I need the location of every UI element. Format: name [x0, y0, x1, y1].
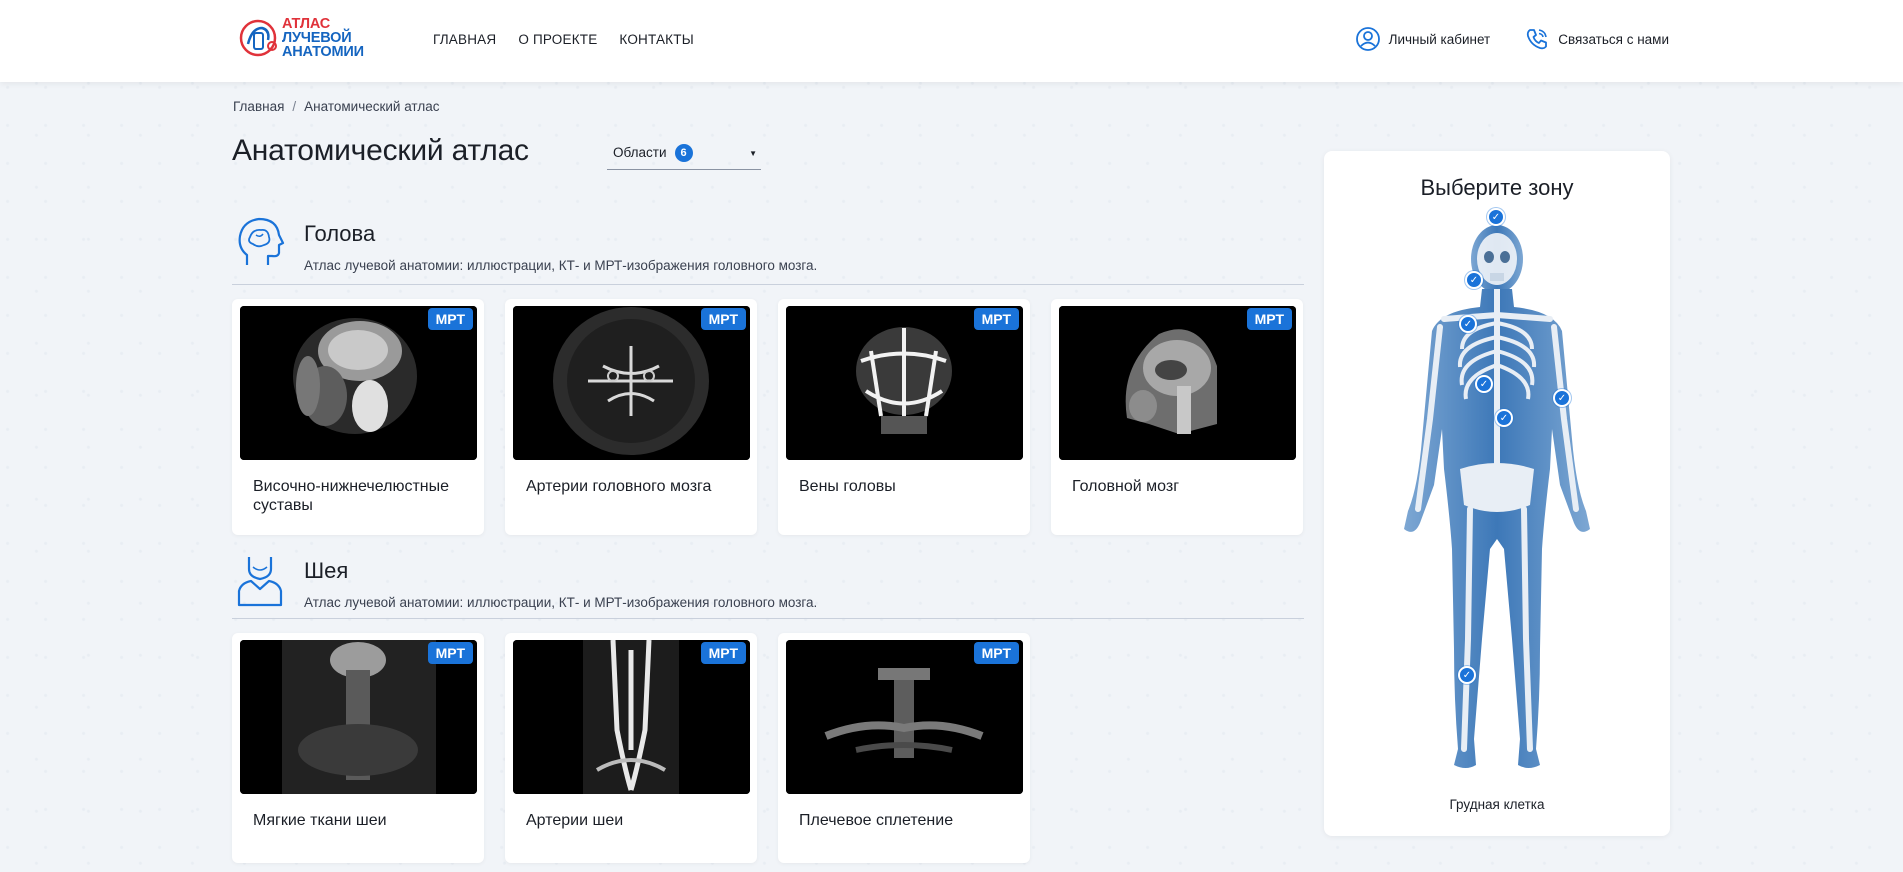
atlas-card-tmj[interactable]: МРТ Височно-нижнечелюстные суставы — [232, 299, 484, 535]
zone-pin-pelvis[interactable]: ✓ — [1495, 409, 1513, 427]
nav-home[interactable]: ГЛАВНАЯ — [433, 32, 496, 47]
section-description-neck: Атлас лучевой анатомии: иллюстрации, КТ-… — [304, 595, 818, 610]
atlas-card-neck-soft-tissue[interactable]: МРТ Мягкие ткани шеи — [232, 633, 484, 863]
site-logo[interactable]: АТЛАС ЛУЧЕВОЙ АНАТОМИИ — [238, 16, 364, 60]
account-link-label: Личный кабинет — [1388, 31, 1491, 47]
atlas-card-neck-arteries[interactable]: МРТ Артерии шеи — [505, 633, 757, 863]
zone-pin-leg[interactable]: ✓ — [1458, 666, 1476, 684]
zone-pin-neck[interactable]: ✓ — [1465, 271, 1483, 289]
selected-zone-label: Грудная клетка — [1449, 797, 1545, 812]
nav-contacts[interactable]: КОНТАКТЫ — [619, 32, 693, 47]
contact-link[interactable]: Связаться с нами — [1524, 26, 1669, 52]
logo-line-1: АТЛАС — [282, 16, 331, 32]
zone-selector-panel: Выберите зону ✓ ✓ ✓ ✓ ✓ ✓ ✓ Грудная клет… — [1324, 151, 1670, 836]
card-title: Артерии шеи — [526, 812, 624, 829]
zone-panel-title: Выберите зону — [1420, 175, 1574, 200]
logo-line-2: ЛУЧЕВОЙ — [282, 30, 352, 46]
areas-count-badge: 6 — [674, 143, 693, 162]
section-title-neck: Шея — [304, 558, 349, 583]
areas-dropdown[interactable]: Области 6 ▼ — [607, 140, 761, 170]
section-title-head: Голова — [304, 221, 376, 246]
breadcrumb-home[interactable]: Главная — [233, 99, 284, 114]
zone-pin-chest[interactable]: ✓ — [1459, 315, 1477, 333]
card-title: Мягкие ткани шеи — [253, 812, 387, 829]
contact-link-label: Связаться с нами — [1558, 31, 1669, 47]
logo-line-3: АНАТОМИИ — [282, 44, 364, 60]
card-title: Вены головы — [799, 478, 896, 495]
chevron-down-icon: ▼ — [749, 149, 757, 158]
account-link[interactable]: Личный кабинет — [1355, 26, 1491, 52]
card-title: Височно-нижнечелюстные суставы — [253, 478, 450, 514]
mri-badge: МРТ — [700, 642, 746, 664]
body-skeleton-map[interactable] — [1384, 219, 1610, 779]
atlas-card-brain-arteries[interactable]: МРТ Артерии головного мозга — [505, 299, 757, 535]
logo-text: АТЛАС ЛУЧЕВОЙ АНАТОМИИ — [282, 16, 364, 60]
card-title: Головной мозг — [1072, 478, 1180, 495]
zone-pin-head[interactable]: ✓ — [1487, 208, 1505, 226]
main-nav: ГЛАВНАЯ О ПРОЕКТЕ КОНТАКТЫ — [433, 32, 694, 47]
atlas-card-brain[interactable]: МРТ Головной мозг — [1051, 299, 1303, 535]
breadcrumb-separator: / — [292, 99, 297, 114]
mri-badge: МРТ — [973, 642, 1019, 664]
nav-about[interactable]: О ПРОЕКТЕ — [518, 32, 597, 47]
breadcrumb-current: Анатомический атлас — [304, 99, 440, 114]
mri-badge: МРТ — [427, 642, 473, 664]
zone-pin-abdomen[interactable]: ✓ — [1475, 375, 1493, 393]
section-neck-header: Шея Атлас лучевой анатомии: иллюстрации,… — [232, 550, 1304, 619]
breadcrumb: Главная / Анатомический атлас — [233, 99, 439, 114]
mri-badge: МРТ — [973, 308, 1019, 330]
head-icon — [238, 217, 285, 265]
page-title: Анатомический атлас — [232, 134, 529, 167]
section-description-head: Атлас лучевой анатомии: иллюстрации, КТ-… — [304, 258, 818, 273]
atlas-card-head-veins[interactable]: МРТ Вены головы — [778, 299, 1030, 535]
mri-badge: МРТ — [427, 308, 473, 330]
phone-icon — [1527, 29, 1548, 50]
header-actions: Личный кабинет Связаться с нами — [1355, 26, 1669, 52]
zone-pin-arm[interactable]: ✓ — [1553, 389, 1571, 407]
mri-badge: МРТ — [700, 308, 746, 330]
neck-icon — [237, 557, 283, 607]
mri-badge: МРТ — [1246, 308, 1292, 330]
card-title: Плечевое сплетение — [799, 812, 954, 829]
areas-dropdown-label: Области — [613, 145, 667, 160]
user-icon — [1355, 27, 1380, 51]
section-head-header: Голова Атлас лучевой анатомии: иллюстрац… — [232, 213, 1304, 285]
logo-icon — [239, 19, 277, 57]
card-title: Артерии головного мозга — [526, 478, 712, 495]
atlas-card-brachial-plexus[interactable]: МРТ Плечевое сплетение — [778, 633, 1030, 863]
site-header: АТЛАС ЛУЧЕВОЙ АНАТОМИИ ГЛАВНАЯ О ПРОЕКТЕ… — [0, 0, 1903, 82]
